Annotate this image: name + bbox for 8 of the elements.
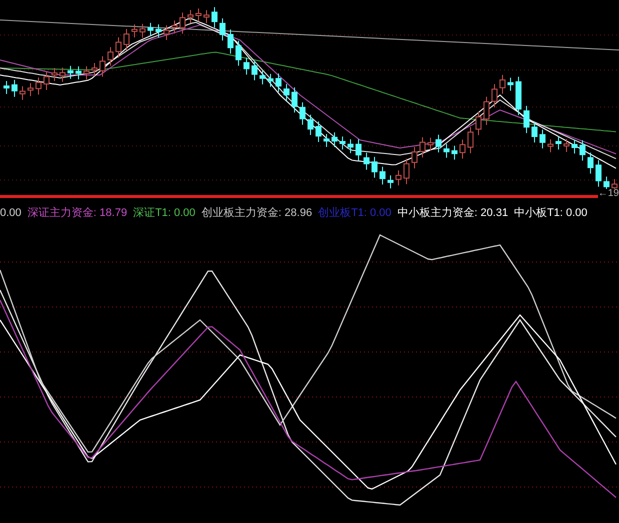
legend-value: 深证主力资金: 18.79 [27, 206, 128, 221]
price-label: ←19 [598, 189, 619, 199]
legend-value: 创业板主力资金: 28.96 [201, 206, 312, 221]
legend-value: 中小板T1: 0.00 [514, 206, 588, 221]
legend-value: 创业板T1: 0.00 [318, 206, 392, 221]
legend-value: 0.00 [0, 206, 22, 221]
legend-value: 中小板主力资金: 20.31 [397, 206, 508, 221]
legend-value: 深证T1: 0.00 [133, 206, 196, 221]
